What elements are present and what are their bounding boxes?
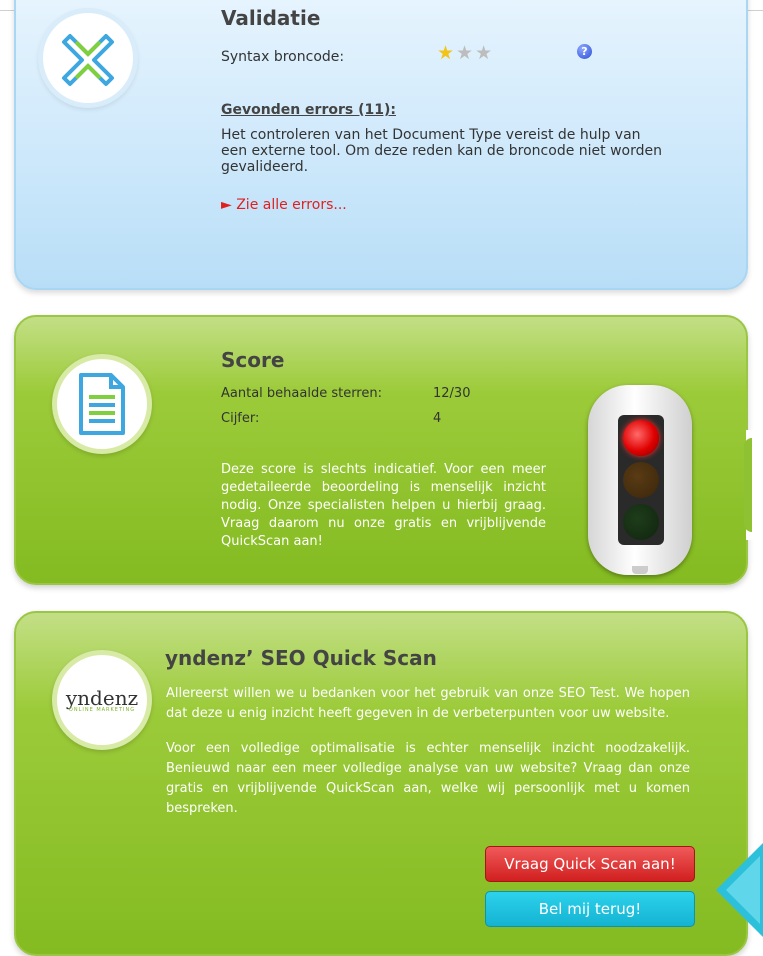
call-me-back-button[interactable]: Bel mij terug! [485,891,695,927]
side-arrow-highlight [726,856,760,924]
errors-title: Gevonden errors (11): [221,102,396,118]
red-lamp-icon [623,420,659,456]
logo-text: yndenz [65,686,139,710]
score-icon-circle [52,354,152,454]
logo-subtext: ONLINE MARKETING [68,707,136,713]
help-icon[interactable]: ? [577,44,592,59]
star-icon-empty: ★ [456,42,474,64]
traffic-light [588,385,692,575]
panel-notch-edge [744,438,752,532]
green-lamp-icon [623,504,659,540]
see-all-errors-link[interactable]: ► Zie alle errors... [221,197,347,213]
errors-text: Het controleren van het Document Type ve… [221,127,662,175]
traffic-light-stand [632,566,648,574]
traffic-light-housing [618,415,664,545]
grade-value: 4 [433,411,442,426]
seo-title: yndenz’ SEO Quick Scan [165,646,437,670]
score-description: Deze score is slechts indicatief. Voor e… [221,462,546,549]
star-icon-empty: ★ [475,42,493,64]
document-icon [79,373,125,435]
stars-label: Aantal behaalde sterren: [221,386,382,401]
cross-icon [62,34,114,86]
seo-paragraph-1: Allereerst willen we u bedanken voor het… [166,686,690,721]
grade-label: Cijfer: [221,411,260,426]
validation-icon-circle [38,8,138,108]
star-icon-filled: ★ [437,42,455,64]
request-quickscan-button[interactable]: Vraag Quick Scan aan! [485,846,695,882]
syntax-rating: ★ ★ ★ [437,43,492,63]
validation-title: Validatie [221,6,321,30]
score-title: Score [221,348,285,372]
syntax-label: Syntax broncode: [221,49,345,65]
seo-paragraph-2: Voor een volledige optimalisatie is echt… [166,741,690,816]
yndenz-logo: yndenz ONLINE MARKETING [66,687,138,713]
logo-circle: yndenz ONLINE MARKETING [52,650,152,750]
amber-lamp-icon [623,462,659,498]
stars-value: 12/30 [433,386,471,401]
